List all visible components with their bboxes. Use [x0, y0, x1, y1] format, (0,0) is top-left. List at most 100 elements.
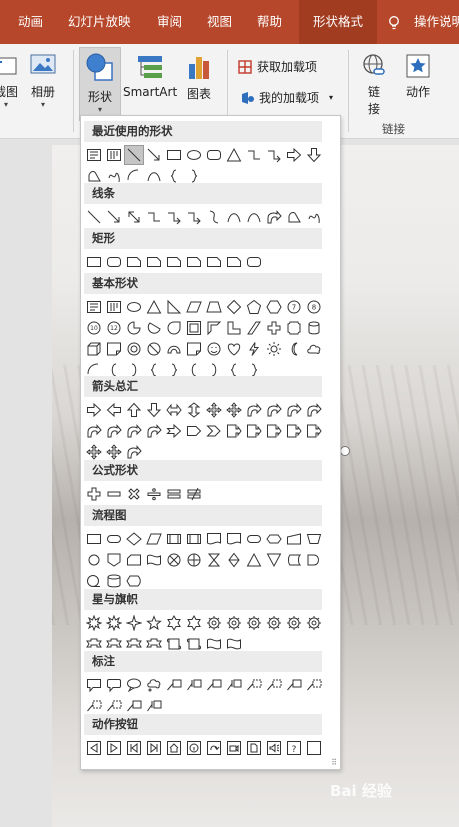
shape-vtextbox-icon[interactable] — [104, 145, 124, 165]
shape-pentarr-icon[interactable] — [184, 421, 204, 441]
shape-btnfwd-icon[interactable] — [104, 738, 124, 758]
shape-collate-icon[interactable] — [204, 550, 224, 570]
shape-delay-icon[interactable] — [304, 550, 324, 570]
shape-gear-icon[interactable] — [204, 613, 224, 633]
shape-callrrect-icon[interactable] — [104, 675, 124, 695]
shape-sort-icon[interactable] — [224, 550, 244, 570]
shape-snip-icon[interactable] — [124, 252, 144, 272]
shape-rrect-icon[interactable] — [244, 252, 264, 272]
shape-curvea-icon[interactable] — [124, 442, 144, 462]
shape-gear-icon[interactable] — [284, 613, 304, 633]
shape-terminator-icon[interactable] — [104, 529, 124, 549]
tab-slideshow[interactable]: 幻灯片放映 — [68, 0, 131, 44]
shape-gear-icon[interactable] — [264, 613, 284, 633]
shape-line-icon[interactable] — [84, 207, 104, 227]
shape-elbowa-icon[interactable] — [184, 207, 204, 227]
shape-arrow-icon[interactable] — [144, 145, 164, 165]
shape-callline-icon[interactable] — [284, 675, 304, 695]
shape-oval-icon[interactable] — [184, 145, 204, 165]
shape-callline-icon[interactable] — [164, 675, 184, 695]
shape-snip-icon[interactable] — [204, 252, 224, 272]
shape-lrarrow-icon[interactable] — [164, 400, 184, 420]
shape-btnsound-icon[interactable] — [264, 738, 284, 758]
shape-curvea-icon[interactable] — [284, 400, 304, 420]
shape-numbered8-icon[interactable]: 8 — [304, 297, 324, 317]
shape-pent-icon[interactable] — [244, 297, 264, 317]
shape-data-icon[interactable] — [144, 529, 164, 549]
shape-tri-icon[interactable] — [224, 145, 244, 165]
shape-curvea-icon[interactable] — [244, 400, 264, 420]
shape-numbered10-icon[interactable]: 10 — [84, 318, 104, 338]
shape-callarr-icon[interactable] — [304, 421, 324, 441]
shape-manualop-icon[interactable] — [304, 529, 324, 549]
shape-line-icon[interactable] — [124, 145, 144, 165]
shape-tri-icon[interactable] — [144, 297, 164, 317]
shape-chevron-icon[interactable] — [204, 421, 224, 441]
smartart-button[interactable]: SmartArt — [123, 52, 177, 99]
shape-nosym-icon[interactable] — [144, 339, 164, 359]
shape-curvea-icon[interactable] — [84, 421, 104, 441]
shape-udarrow-icon[interactable] — [184, 400, 204, 420]
shape-callline2-icon[interactable] — [224, 675, 244, 695]
shape-btnblank-icon[interactable] — [304, 738, 324, 758]
shape-btnback-icon[interactable] — [84, 738, 104, 758]
shape-burst-icon[interactable] — [104, 613, 124, 633]
chart-button[interactable]: 图表 — [183, 52, 215, 102]
shape-sumjunc-icon[interactable] — [164, 550, 184, 570]
shape-predef-icon[interactable] — [164, 529, 184, 549]
shape-textbox-icon[interactable] — [84, 297, 104, 317]
shape-teardrop-icon[interactable] — [164, 318, 184, 338]
shape-callbar-icon[interactable] — [304, 675, 324, 695]
shape-vtextbox-icon[interactable] — [104, 297, 124, 317]
shape-equal-icon[interactable] — [164, 484, 184, 504]
lightbulb-icon[interactable] — [387, 16, 401, 30]
shape-btnhome-icon[interactable] — [164, 738, 184, 758]
shape-curvea-icon[interactable] — [144, 421, 164, 441]
shape-gear-icon[interactable] — [304, 613, 324, 633]
shape-star4-icon[interactable] — [124, 613, 144, 633]
shape-fold-icon[interactable] — [104, 339, 124, 359]
shape-curve-icon[interactable] — [244, 207, 264, 227]
shape-terminator-icon[interactable] — [244, 529, 264, 549]
shape-can-icon[interactable] — [304, 318, 324, 338]
shape-rtri-icon[interactable] — [164, 297, 184, 317]
shape-tape-icon[interactable] — [144, 550, 164, 570]
shape-display-icon[interactable] — [124, 571, 144, 591]
shape-scurve-icon[interactable] — [204, 207, 224, 227]
shape-heart-icon[interactable] — [224, 339, 244, 359]
shape-rarrow-icon[interactable] — [284, 145, 304, 165]
shape-numbered-icon[interactable]: 7 — [284, 297, 304, 317]
shape-star6-icon[interactable] — [184, 613, 204, 633]
shape-btnhelp-icon[interactable]: ? — [284, 738, 304, 758]
shape-curvea-icon[interactable] — [264, 207, 284, 227]
shape-callarr-icon[interactable] — [244, 421, 264, 441]
shape-plus-icon[interactable] — [84, 484, 104, 504]
get-addins-button[interactable]: 获取加载项 — [237, 58, 317, 75]
shape-callbar-icon[interactable] — [104, 696, 124, 716]
shape-hex-icon[interactable] — [264, 297, 284, 317]
shape-callbar-icon[interactable] — [244, 675, 264, 695]
shape-callarr-icon[interactable] — [264, 421, 284, 441]
shape-mult-icon[interactable] — [124, 484, 144, 504]
shape-rect-icon[interactable] — [164, 145, 184, 165]
shape-offpage-icon[interactable] — [104, 550, 124, 570]
shape-decision-icon[interactable] — [124, 529, 144, 549]
shape-document-icon[interactable] — [224, 529, 244, 549]
shape-extract-icon[interactable] — [244, 550, 264, 570]
shape-curvea-icon[interactable] — [124, 421, 144, 441]
shape-burst-icon[interactable] — [84, 613, 104, 633]
shape-diag-icon[interactable] — [244, 318, 264, 338]
my-addins-button[interactable]: 我的加载项 ▾ — [239, 89, 333, 106]
action-button[interactable]: 动作 — [402, 52, 434, 100]
shape-document-icon[interactable] — [204, 529, 224, 549]
shape-callline2-icon[interactable] — [184, 675, 204, 695]
shape-magdisk-icon[interactable] — [104, 571, 124, 591]
shape-btnbeg-icon[interactable] — [124, 738, 144, 758]
shape-para-icon[interactable] — [184, 297, 204, 317]
shape-prep-icon[interactable] — [264, 529, 284, 549]
tab-tell-me[interactable]: 操作说明 — [414, 0, 459, 44]
tab-shape-format[interactable]: 形状格式 — [299, 0, 378, 44]
shape-sun-icon[interactable] — [264, 339, 284, 359]
shapes-button[interactable]: 形状 ▾ — [79, 47, 121, 121]
shape-pie-icon[interactable] — [124, 318, 144, 338]
